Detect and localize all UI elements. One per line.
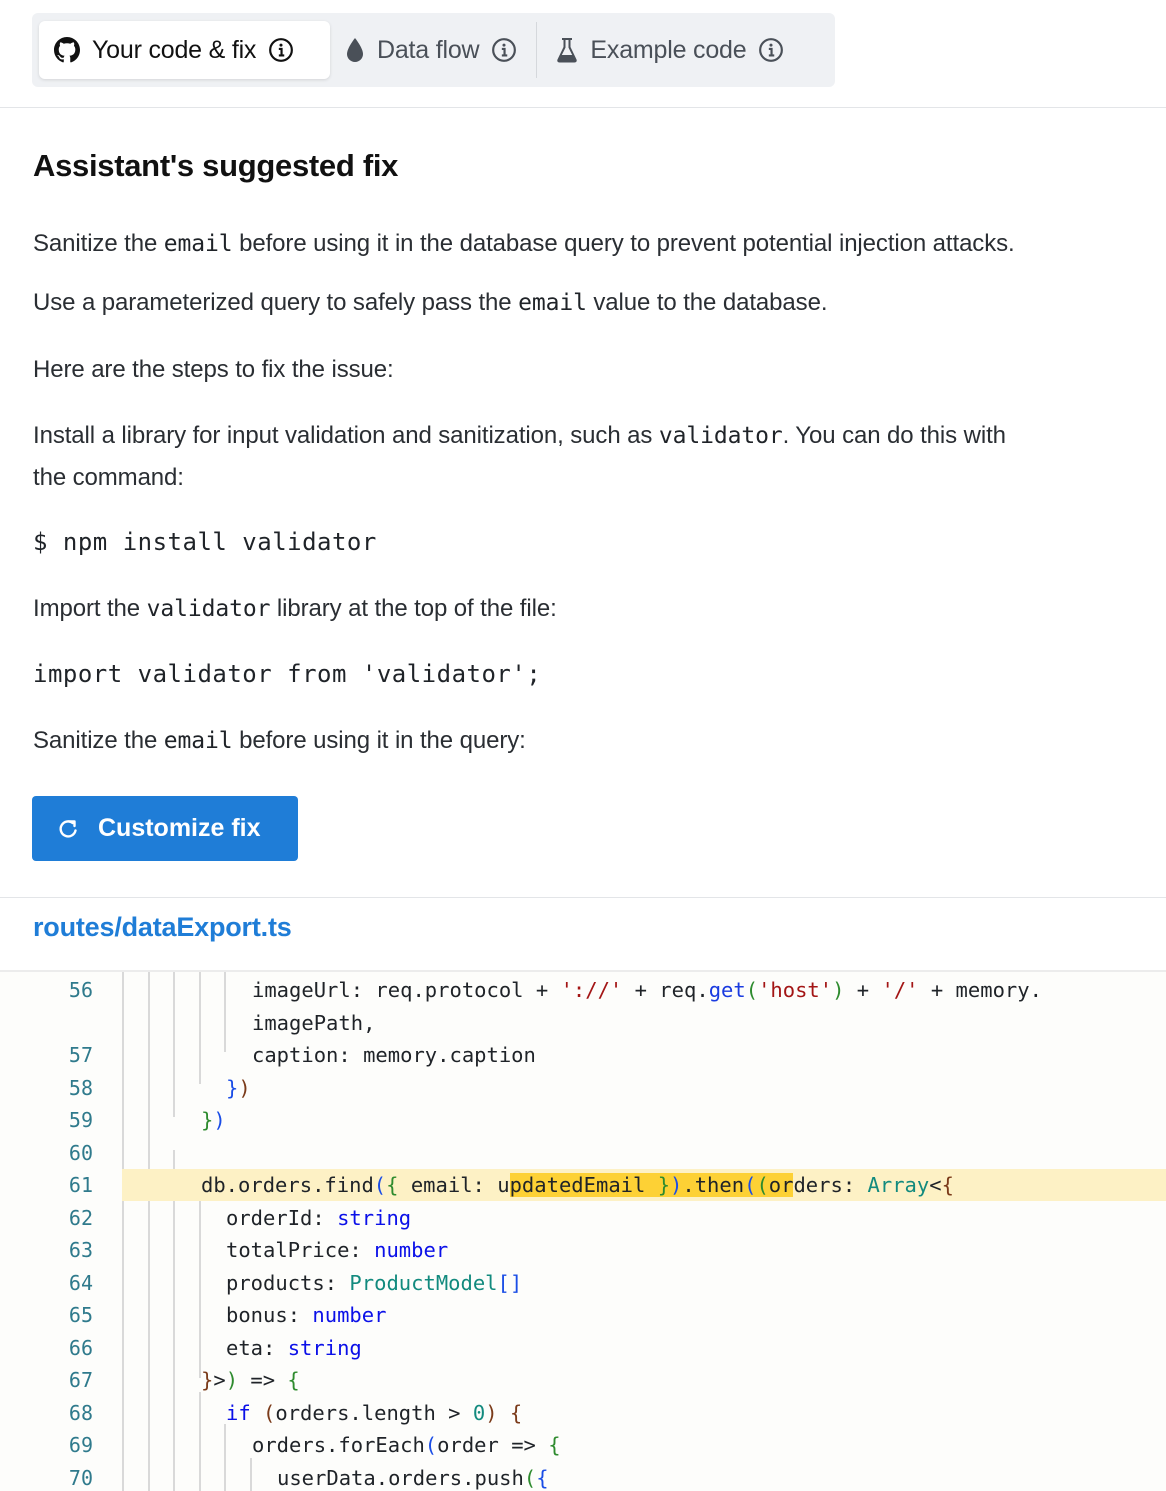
fix-description-1: Sanitize the email before using it in th… <box>33 230 1015 257</box>
line-number: 58 <box>68 1075 93 1100</box>
code-line-56: 56 imageUrl: req.protocol + '://' + req.… <box>0 974 1166 1006</box>
info-icon[interactable] <box>758 37 784 63</box>
step-sanitize-email: Sanitize the email before using it in th… <box>33 727 526 754</box>
code-line-56-wrap: imagePath, <box>252 1010 376 1035</box>
code-line-67: 67 }>) => { <box>0 1364 1166 1396</box>
info-icon[interactable] <box>268 37 294 63</box>
header-divider <box>0 107 1166 108</box>
steps-intro: Here are the steps to fix the issue: <box>33 356 394 383</box>
install-command: $ npm install validator <box>33 528 377 556</box>
code-line-63: 63 totalPrice: number <box>0 1234 1166 1266</box>
tab-data-flow[interactable]: Data flow <box>330 21 532 79</box>
line-number: 63 <box>68 1238 93 1262</box>
code-line-66: 66 eta: string <box>0 1332 1166 1364</box>
tab-example-code[interactable]: Example code <box>541 21 799 79</box>
inline-code: email <box>163 231 233 257</box>
code-line-62: 62 orderId: string <box>0 1202 1166 1234</box>
inline-code: email <box>163 728 233 754</box>
line-number: 64 <box>68 1270 93 1295</box>
flask-icon <box>556 37 578 63</box>
line-number: 67 <box>68 1368 93 1392</box>
line-number: 62 <box>68 1205 93 1230</box>
step-install-library: Install a library for input validation a… <box>33 422 1006 491</box>
code-line-69: 69 orders.forEach(order => { <box>0 1429 1166 1461</box>
github-icon <box>54 37 80 63</box>
code-line-68: 68 if (orders.length > 0) { <box>0 1397 1166 1429</box>
line-number: 59 <box>68 1108 93 1132</box>
drop-icon <box>345 37 365 63</box>
inline-code: email <box>518 290 587 316</box>
customize-fix-label: Customize fix <box>98 814 261 842</box>
line-number: 66 <box>68 1335 93 1360</box>
inline-code: validator <box>146 596 271 622</box>
code-line-65: 65 bonus: number <box>0 1299 1166 1331</box>
code-line-58: 58 }) <box>0 1072 1166 1104</box>
line-number: 57 <box>68 1043 93 1067</box>
tab-label: Your code & fix <box>92 35 257 64</box>
line-number: 65 <box>68 1303 93 1327</box>
line-number: 61 <box>68 1173 93 1197</box>
page-title: Assistant's suggested fix <box>33 148 399 183</box>
line-number: 70 <box>68 1465 93 1490</box>
tab-divider <box>536 22 538 78</box>
inline-code: validator <box>658 423 783 449</box>
code-line-61: 61 db.orders.find({ email: updatedEmail … <box>0 1169 1166 1201</box>
tab-label: Data flow <box>377 35 480 64</box>
line-number: 68 <box>68 1400 93 1425</box>
line-number: 69 <box>68 1433 93 1457</box>
code-line-60: 60 <box>0 1137 1166 1169</box>
info-icon[interactable] <box>491 37 517 63</box>
line-number: 56 <box>68 978 93 1002</box>
line-number: 60 <box>68 1140 93 1165</box>
code-line-59: 59 }) <box>0 1104 1166 1136</box>
code-viewer: 56 imageUrl: req.protocol + '://' + req.… <box>0 970 1166 1491</box>
tab-your-code-and-fix[interactable]: Your code & fix <box>39 21 330 79</box>
customize-fix-button[interactable]: Customize fix <box>32 796 298 861</box>
file-path-link[interactable]: routes/dataExport.ts <box>33 912 292 943</box>
code-line-70: 70 userData.orders.push({ <box>0 1462 1166 1491</box>
import-statement: import validator from 'validator'; <box>33 660 542 688</box>
view-tabs: Your code & fix Data flow Example code <box>32 13 835 87</box>
code-line-64: 64 products: ProductModel[] <box>0 1267 1166 1299</box>
step-import-library: Import the validator library at the top … <box>33 595 557 622</box>
tab-label: Example code <box>590 35 747 64</box>
fix-description-2: Use a parameterized query to safely pass… <box>33 289 828 316</box>
refresh-icon <box>56 817 80 841</box>
code-line-57: 57 caption: memory.caption <box>0 1039 1166 1071</box>
flagged-expression: pdatedEmail }).then((or <box>509 1173 794 1197</box>
section-divider <box>0 897 1166 898</box>
